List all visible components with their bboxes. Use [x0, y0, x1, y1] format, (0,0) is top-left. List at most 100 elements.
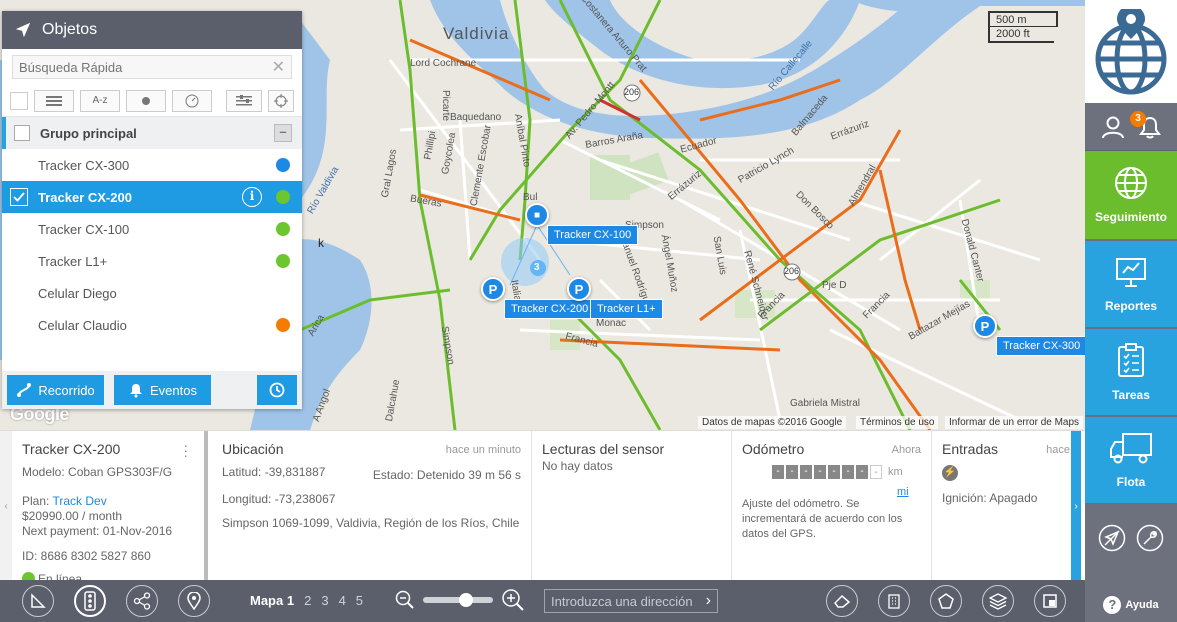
- zoom-out-icon[interactable]: [395, 590, 415, 610]
- chevron-right-icon[interactable]: ›: [706, 592, 711, 610]
- map-tab-5[interactable]: 5: [356, 593, 363, 608]
- object-item-cx300[interactable]: Tracker CX-300: [2, 149, 302, 181]
- globe-icon: [1115, 167, 1147, 199]
- sort-speed-button[interactable]: [172, 89, 212, 112]
- app-logo: [1085, 0, 1177, 103]
- locate-button[interactable]: [268, 89, 294, 112]
- navigation-arrow-icon: [15, 22, 31, 38]
- device-plan: Plan: Track Dev: [22, 494, 194, 509]
- traffic-button[interactable]: [74, 585, 106, 617]
- zoom-slider[interactable]: [423, 593, 493, 607]
- layers-icon: [989, 593, 1007, 610]
- marker-label-cx100[interactable]: Tracker CX-100: [547, 225, 639, 245]
- object-item-celular-claudio[interactable]: Celular Claudio: [2, 309, 302, 341]
- group-label: Grupo principal: [40, 125, 137, 141]
- navigation-off-icon[interactable]: [1098, 524, 1126, 552]
- nav-reports[interactable]: Reportes: [1085, 241, 1177, 329]
- marker-cx200[interactable]: P: [481, 277, 505, 301]
- info-strip: ‹ Tracker CX-200 · · · Modelo: Coban GPS30…: [0, 430, 1085, 586]
- ignition-status: Ignición: Apagado: [942, 491, 1038, 505]
- select-all-checkbox[interactable]: [10, 91, 28, 110]
- sensors-value: No hay datos: [542, 459, 613, 473]
- sort-alpha-button[interactable]: A-z: [80, 89, 120, 112]
- marker-label-cx300[interactable]: Tracker CX-300: [996, 336, 1085, 356]
- truck-icon: [1110, 433, 1152, 464]
- layers-button[interactable]: [982, 585, 1014, 617]
- history-button[interactable]: [257, 375, 297, 405]
- object-item-cx100[interactable]: Tracker CX-100: [2, 213, 302, 245]
- odometer-digit: -: [842, 465, 854, 479]
- map-report-link[interactable]: Informar de un error de Maps: [945, 416, 1084, 429]
- route-label: Recorrido: [38, 382, 95, 398]
- map-label-picarte: Picarte: [440, 89, 452, 122]
- object-name: Tracker CX-100: [38, 221, 130, 237]
- sort-status-button[interactable]: [126, 89, 166, 112]
- object-item-celular-diego[interactable]: Celular Diego: [2, 277, 302, 309]
- address-search[interactable]: Introduzca una dirección ›: [544, 589, 718, 613]
- list-icon: [46, 95, 62, 106]
- map-tab-1[interactable]: 1: [287, 593, 294, 608]
- group-checkbox[interactable]: [14, 125, 30, 141]
- location-address: Simpson 1069-1099, Valdivia, Región de l…: [222, 516, 520, 530]
- quick-search[interactable]: ✕: [12, 55, 292, 79]
- object-item-l1[interactable]: Tracker L1+: [2, 245, 302, 277]
- nav-tasks[interactable]: Tareas: [1085, 329, 1177, 417]
- polygon-button[interactable]: [930, 585, 962, 617]
- filter-settings-button[interactable]: [226, 89, 262, 112]
- collapse-group-icon[interactable]: –: [274, 124, 292, 142]
- zoom-slider-handle[interactable]: [459, 593, 473, 607]
- object-checkbox-checked[interactable]: [10, 188, 28, 206]
- help-label: Ayuda: [1125, 599, 1159, 611]
- share-icon: [133, 592, 151, 610]
- object-item-cx200[interactable]: Tracker CX-200 i: [2, 181, 302, 213]
- scroll-right-arrow[interactable]: ›: [1071, 431, 1081, 581]
- route-button[interactable]: Recorrido: [7, 375, 104, 405]
- ruler-button[interactable]: [22, 585, 54, 617]
- user-icon[interactable]: [1101, 115, 1125, 139]
- wrench-icon[interactable]: [1136, 524, 1164, 552]
- geofence-building-button[interactable]: [878, 585, 910, 617]
- maps-label-text: Mapa: [250, 593, 284, 608]
- gauge-icon: [185, 94, 199, 107]
- eraser-button[interactable]: [826, 585, 858, 617]
- odometer-digit: -: [828, 465, 840, 479]
- lightning-icon: ⚡: [942, 465, 958, 481]
- device-next-payment: Next payment: 01-Nov-2016: [22, 524, 173, 538]
- route-206-shield-2: 206: [784, 266, 800, 276]
- status-dot: [276, 318, 290, 332]
- map-terms-link[interactable]: Términos de uso: [856, 416, 939, 429]
- ruler-icon: [31, 593, 46, 608]
- group-main[interactable]: Grupo principal –: [2, 117, 302, 149]
- help-button[interactable]: ? Ayuda: [1085, 596, 1177, 614]
- device-card: Tracker CX-200 · · · Modelo: Coban GPS303F…: [12, 431, 208, 586]
- nav-fleet[interactable]: Flota: [1085, 417, 1177, 505]
- odometer-digit: -: [772, 465, 784, 479]
- device-menu-icon[interactable]: · · ·: [183, 438, 188, 462]
- clear-search-icon[interactable]: ✕: [272, 57, 285, 77]
- map-tab-4[interactable]: 4: [339, 593, 346, 608]
- map-label-k: k: [318, 236, 324, 250]
- minimap-button[interactable]: [1034, 585, 1066, 617]
- address-search-placeholder[interactable]: Introduzca una dirección: [551, 594, 693, 609]
- place-button[interactable]: [178, 585, 210, 617]
- scroll-left-arrow[interactable]: ‹: [0, 431, 12, 581]
- events-button[interactable]: Eventos: [114, 375, 211, 405]
- plan-link[interactable]: Track Dev: [52, 494, 106, 508]
- map-tab-2[interactable]: 2: [304, 593, 311, 608]
- map-tab-3[interactable]: 3: [321, 593, 328, 608]
- marker-cx100[interactable]: ■: [525, 203, 549, 227]
- marker-cx300[interactable]: P: [973, 314, 997, 338]
- odometer-display[interactable]: - - - - - - - - km: [772, 465, 921, 479]
- marker-label-cx200[interactable]: Tracker CX-200: [504, 299, 596, 319]
- zoom-in-icon[interactable]: [501, 588, 525, 612]
- map-label-baquedano: Baquedano: [450, 112, 502, 123]
- marker-label-l1[interactable]: Tracker L1+: [590, 299, 663, 319]
- quick-search-input[interactable]: [19, 59, 259, 75]
- map-attribution: Datos de mapas ©2016 Google: [698, 416, 847, 429]
- marker-l1[interactable]: P: [567, 277, 591, 301]
- unit-mi-link[interactable]: mi: [897, 486, 909, 498]
- nav-tracking[interactable]: Seguimiento: [1085, 151, 1177, 241]
- share-button[interactable]: [126, 585, 158, 617]
- info-icon[interactable]: i: [242, 187, 262, 207]
- list-view-button[interactable]: [34, 89, 74, 112]
